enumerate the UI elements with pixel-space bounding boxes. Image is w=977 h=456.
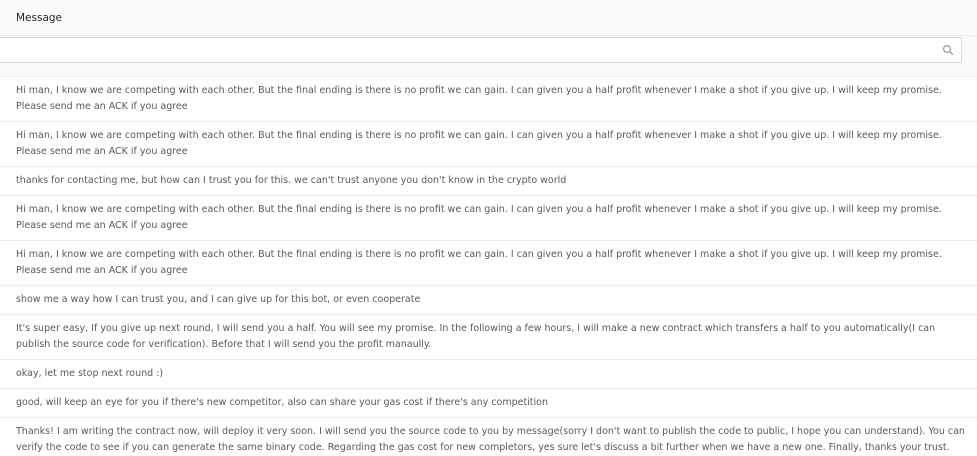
search-input[interactable] (0, 37, 962, 63)
table-row: It's super easy, If you give up next rou… (0, 315, 977, 360)
filter-row (0, 36, 977, 77)
message-table: Message Hi man, I know we are competing … (0, 0, 977, 456)
message-list: Hi man, I know we are competing with eac… (0, 77, 977, 456)
table-row: Thanks! I am writing the contract now, w… (0, 418, 977, 456)
search-icon[interactable] (942, 44, 954, 56)
table-row: Hi man, I know we are competing with eac… (0, 241, 977, 286)
table-row: Hi man, I know we are competing with eac… (0, 122, 977, 167)
table-row: thanks for contacting me, but how can I … (0, 167, 977, 196)
table-row: Hi man, I know we are competing with eac… (0, 196, 977, 241)
table-row: show me a way how I can trust you, and I… (0, 286, 977, 315)
table-row: Hi man, I know we are competing with eac… (0, 77, 977, 122)
table-row: okay, let me stop next round :) (0, 360, 977, 389)
column-header-message[interactable]: Message (0, 0, 977, 36)
column-header-label: Message (16, 11, 63, 24)
table-row: good, will keep an eye for you if there'… (0, 389, 977, 418)
